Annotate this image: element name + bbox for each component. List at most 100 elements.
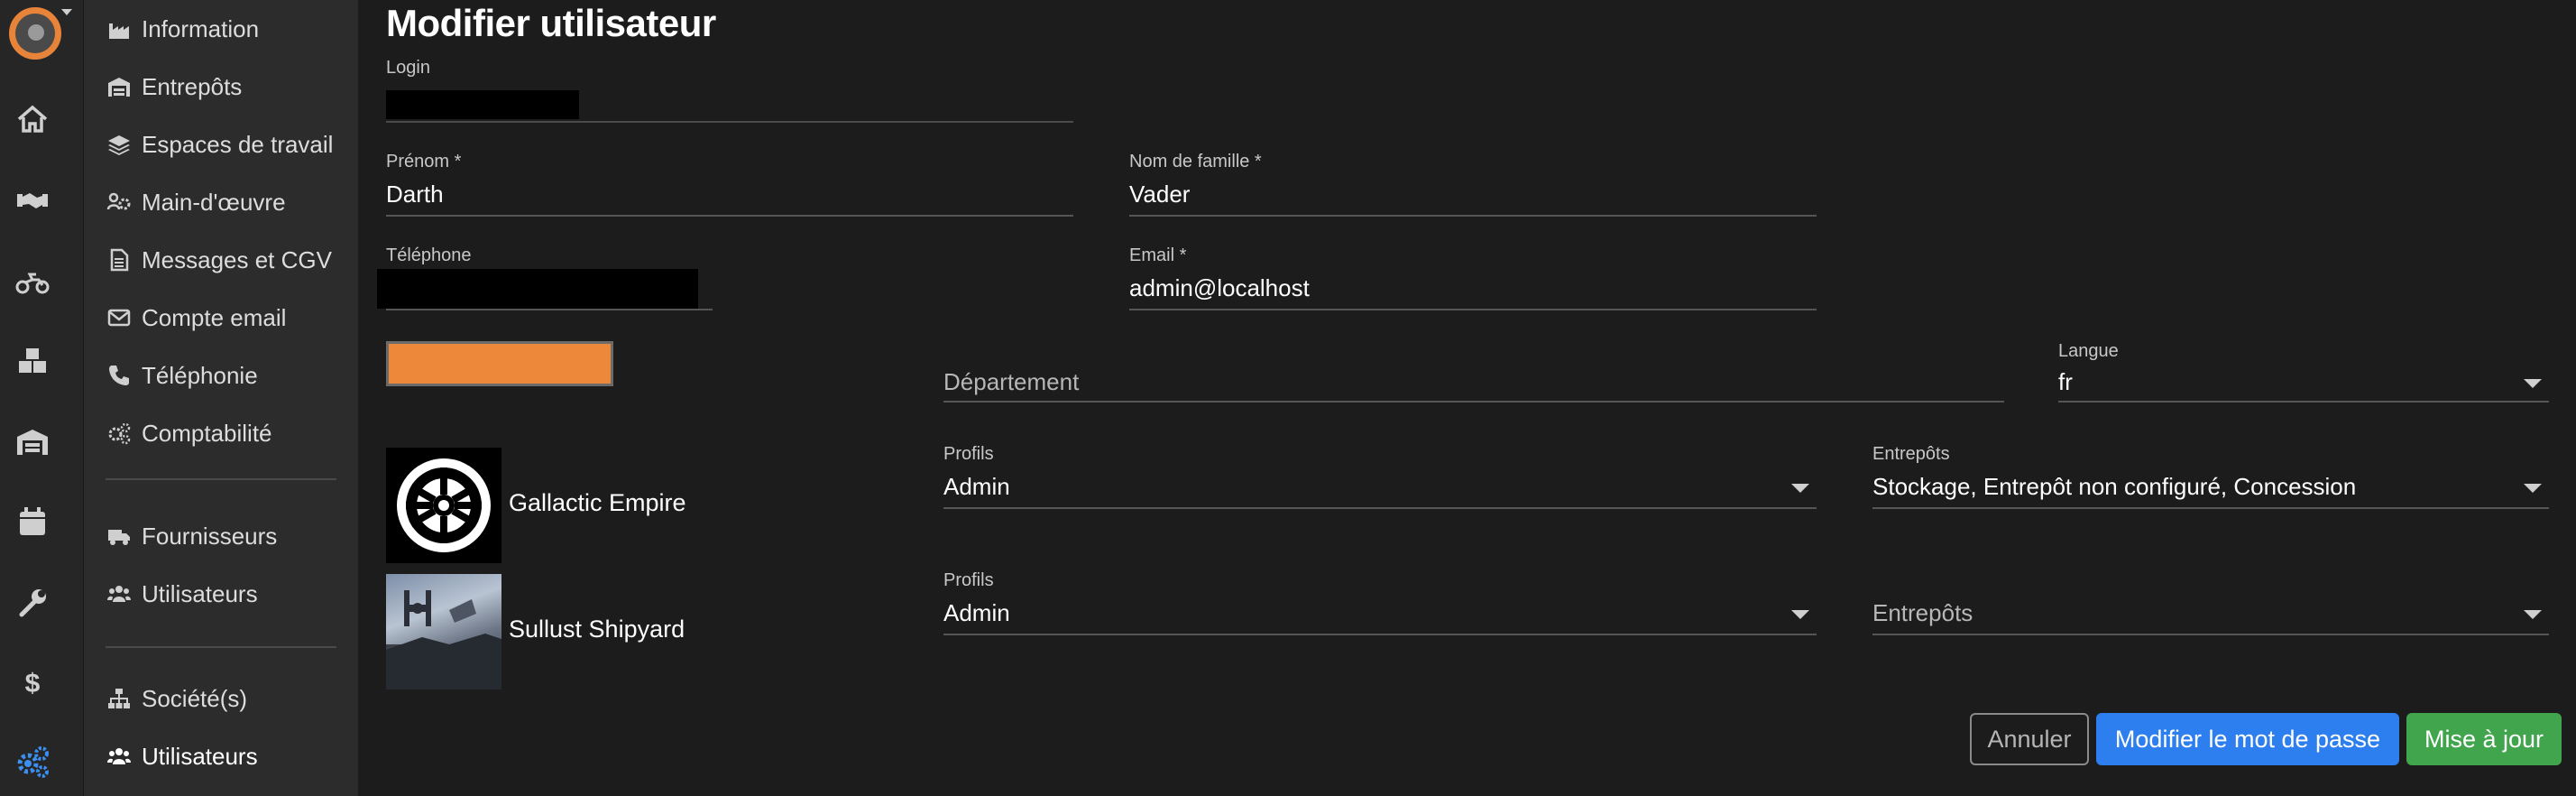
sidebar-item-main-d-oeuvre[interactable]: Main-d'œuvre: [106, 184, 286, 220]
company-2-profiles-select[interactable]: Profils Admin: [943, 570, 1817, 637]
home-icon[interactable]: [13, 99, 52, 139]
company-name: Sullust Shipyard: [509, 616, 685, 643]
profiles-value: Admin: [943, 473, 1010, 500]
sidebar-item-espaces-de-travail[interactable]: Espaces de travail: [106, 126, 333, 162]
sidebar-item-comptabilite[interactable]: Comptabilité: [106, 415, 272, 451]
chevron-down-icon: [2524, 484, 2542, 493]
sidebar-item-label: Téléphonie: [142, 361, 258, 389]
login-field[interactable]: Login: [386, 58, 1073, 125]
sidebar-item-fournisseurs[interactable]: Fournisseurs: [106, 518, 277, 554]
department-underline: [943, 401, 2004, 403]
sidebar-item-compte-email[interactable]: Compte email: [106, 300, 286, 336]
user-avatar[interactable]: [9, 7, 61, 60]
sidebar-item-utilisateurs-1[interactable]: Utilisateurs: [106, 576, 258, 612]
language-select[interactable]: Langue fr: [2058, 341, 2549, 404]
boxes-icon[interactable]: [13, 341, 52, 381]
lastname-field[interactable]: Nom de famille * Vader: [1129, 152, 1817, 218]
sidebar-item-utilisateurs-2[interactable]: Utilisateurs: [106, 738, 258, 774]
chevron-down-icon: [1791, 610, 1809, 619]
industry-icon: [106, 15, 133, 42]
lastname-underline: [1129, 215, 1817, 217]
language-underline: [2058, 401, 2549, 403]
sidebar-item-label: Fournisseurs: [142, 522, 278, 550]
envelope-icon: [106, 304, 133, 331]
sidebar-item-label: Comptabilité: [142, 419, 272, 447]
department-placeholder: Département: [943, 368, 1080, 395]
sidebar-item-telephonie[interactable]: Téléphonie: [106, 357, 258, 393]
profiles-underline: [943, 634, 1817, 635]
cancel-button[interactable]: Annuler: [1970, 713, 2089, 765]
warehouses-underline: [1872, 507, 2549, 509]
settings-sidebar: Information Entrepôts Espaces de travail…: [84, 0, 358, 796]
change-password-button[interactable]: Modifier le mot de passe: [2096, 713, 2399, 765]
warehouses-placeholder: Entrepôts: [1872, 599, 1973, 626]
phone-field[interactable]: Téléphone: [377, 245, 713, 312]
cogs-icon[interactable]: [13, 742, 52, 782]
phone-redacted-value: [377, 269, 698, 309]
company-2-warehouses-select[interactable]: Entrepôts: [1872, 570, 2549, 637]
sidebar-item-entrepots[interactable]: Entrepôts: [106, 69, 242, 105]
phone-icon: [106, 362, 133, 389]
firstname-field[interactable]: Prénom * Darth: [386, 152, 1073, 218]
language-label: Langue: [2058, 341, 2119, 361]
chevron-down-icon: [2524, 610, 2542, 619]
company-logo-sullust-shipyard: [386, 574, 501, 690]
login-underline: [386, 121, 1073, 123]
language-value: fr: [2058, 368, 2073, 395]
sidebar-item-label: Utilisateurs: [142, 579, 258, 607]
email-label: Email *: [1129, 245, 1187, 265]
handshake-icon[interactable]: [13, 180, 52, 220]
phone-label: Téléphone: [386, 245, 472, 265]
lastname-value: Vader: [1129, 180, 1191, 208]
sidebar-item-information[interactable]: Information: [106, 11, 259, 47]
warehouse-icon: [106, 73, 133, 100]
firstname-label: Prénom *: [386, 152, 462, 171]
profiles-label: Profils: [943, 570, 994, 590]
sidebar-item-label: Société(s): [142, 684, 248, 712]
dollar-icon[interactable]: $: [13, 662, 52, 702]
sidebar-item-label: Information: [142, 14, 260, 42]
main-content: Modifier utilisateur Login Prénom * Dart…: [359, 0, 2576, 796]
email-underline: [1129, 309, 1817, 310]
svg-text:$: $: [25, 669, 41, 699]
sidebar-item-societes[interactable]: Société(s): [106, 680, 247, 717]
users-icon: [106, 580, 133, 607]
sidebar-item-label: Messages et CGV: [142, 245, 332, 273]
company-1-profiles-select[interactable]: Profils Admin: [943, 444, 1817, 511]
login-label: Login: [386, 58, 430, 78]
color-picker[interactable]: [386, 341, 613, 386]
file-text-icon: [106, 246, 133, 273]
warehouse-icon[interactable]: [13, 422, 52, 462]
sidebar-item-label: Compte email: [142, 303, 287, 331]
company-1-warehouses-select[interactable]: Entrepôts Stockage, Entrepôt non configu…: [1872, 444, 2549, 511]
calendar-icon[interactable]: [13, 502, 52, 541]
cogs-icon: [106, 420, 133, 447]
sidebar-item-label: Utilisateurs: [142, 742, 258, 770]
profiles-label: Profils: [943, 444, 994, 464]
warehouses-label: Entrepôts: [1872, 444, 1950, 464]
page-title: Modifier utilisateur: [386, 2, 716, 44]
sidebar-item-label: Entrepôts: [142, 72, 243, 100]
phone-underline: [386, 309, 713, 310]
department-field[interactable]: Département: [943, 348, 2004, 404]
warehouses-underline: [1872, 634, 2549, 635]
users-cog-icon: [106, 189, 133, 216]
users-icon: [106, 743, 133, 770]
company-logo-galactic-empire: [386, 448, 501, 563]
sidebar-item-messages-cgv[interactable]: Messages et CGV: [106, 242, 332, 278]
chevron-down-icon[interactable]: [61, 9, 72, 15]
profiles-underline: [943, 507, 1817, 509]
sitemap-icon: [106, 685, 133, 712]
lastname-label: Nom de famille *: [1129, 152, 1262, 171]
email-field[interactable]: Email * admin@localhost: [1129, 245, 1817, 312]
truck-icon: [106, 523, 133, 550]
motorcycle-icon[interactable]: [13, 262, 52, 301]
sidebar-divider: [106, 646, 336, 648]
warehouses-value: Stockage, Entrepôt non configuré, Conces…: [1872, 473, 2357, 500]
firstname-value: Darth: [386, 180, 444, 208]
update-button[interactable]: Mise à jour: [2406, 713, 2562, 765]
chevron-down-icon: [1791, 484, 1809, 493]
wrench-icon[interactable]: [13, 583, 52, 623]
icon-rail: $: [0, 0, 84, 796]
profiles-value: Admin: [943, 599, 1010, 626]
